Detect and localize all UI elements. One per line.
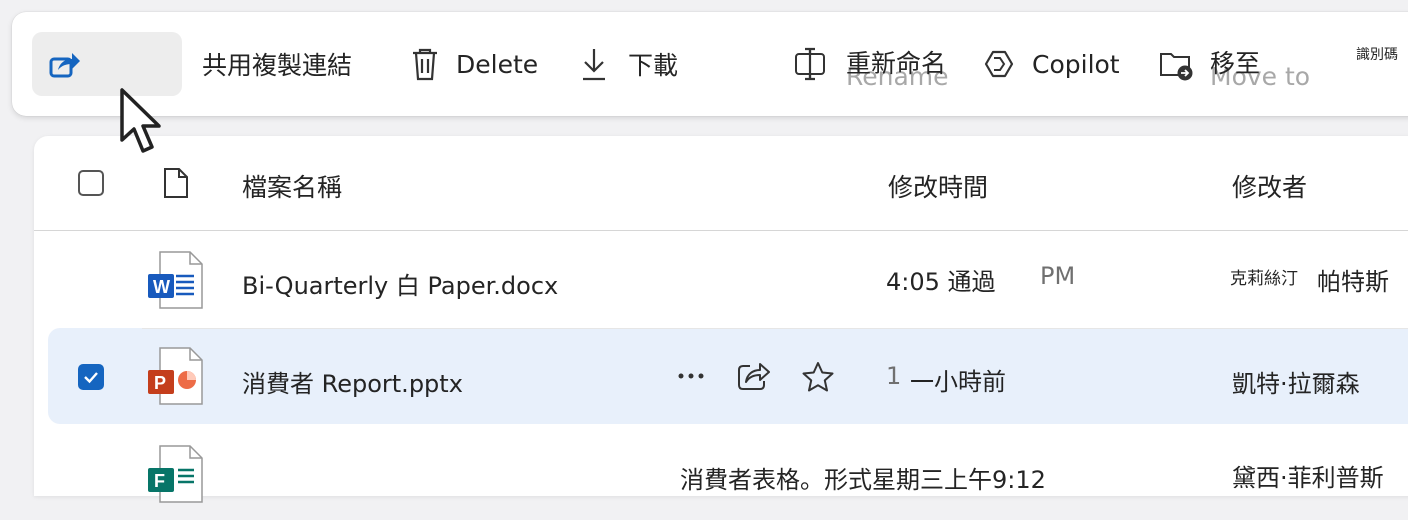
word-icon-letter: W [153,277,170,297]
modified-count: 1 [886,362,902,390]
list-header: 檔案名稱 修改時間 修改者 [34,136,1408,231]
share-button[interactable] [32,32,182,96]
share-icon [49,53,80,78]
row-checkbox-checked[interactable] [78,364,104,390]
powerpoint-file-icon: P [146,346,206,410]
copy-link-label: 複製連結 [252,51,353,80]
forms-icon-letter: F [154,471,165,491]
modified-by: 凱特·拉爾森 [1232,370,1360,398]
more-options-icon[interactable] [676,366,706,390]
forms-file-icon: F [146,444,206,508]
copilot-button[interactable]: Copilot [982,12,1120,116]
row-divider [142,328,1408,329]
modified-by: 帕特斯 [1317,268,1389,296]
file-type-icon [162,166,190,204]
code-label: 識別碼 [1356,47,1398,63]
column-header-modified[interactable]: 修改時間 [888,168,988,204]
table-row[interactable]: W Bi-Quarterly 白 Paper.docx 4:05 通過 PM 克… [34,232,1408,328]
modified-by-first: 克莉絲汀 [1230,269,1298,289]
share-label: 共用 [202,51,253,80]
rename-label: 重新命名 [846,49,947,78]
copilot-icon [982,48,1016,80]
select-all-checkbox[interactable] [78,170,104,196]
delete-label: Delete [456,49,539,79]
download-label: 下載 [628,51,679,80]
modified-time: 4:05 通過 [886,268,996,296]
powerpoint-icon-letter: P [154,373,167,393]
file-name[interactable]: 消費者表格。形式星期三上午9:12 [680,460,1046,495]
folder-move-icon [1158,46,1196,82]
favorite-star-icon[interactable] [800,360,836,398]
mouse-cursor-icon [120,88,161,153]
trash-icon [408,46,442,82]
copilot-label: Copilot [1032,49,1120,79]
download-icon [578,46,610,82]
copy-link-button[interactable]: 共用 複製連結 [202,12,352,116]
move-to-label: 移至 [1210,49,1261,78]
column-header-name[interactable]: 檔案名稱 [242,168,342,204]
rename-button[interactable] [792,12,828,116]
move-to-button[interactable] [1158,12,1196,116]
row-share-icon[interactable] [736,360,772,396]
file-list: 檔案名稱 修改時間 修改者 W Bi-Quarterly 白 Paper.doc… [34,136,1408,503]
download-button[interactable]: 下載 [578,12,678,116]
rename-icon [792,47,828,81]
table-row[interactable]: F 消費者表格。形式星期三上午9:12 黛西·菲利普斯 [34,424,1408,520]
file-name[interactable]: Bi-Quarterly 白 Paper.docx [242,266,558,301]
column-header-modified-by[interactable]: 修改者 [1232,168,1307,204]
file-name[interactable]: 消費者 Report.pptx [242,364,463,399]
command-bar: 共用 複製連結 Delete 下載 Rename 重新命名 Copilot Mo… [12,12,1408,116]
word-file-icon: W [146,250,206,314]
modified-time: 一小時前 [910,368,1006,396]
table-row-selected[interactable]: P 消費者 Report.pptx 1 一小時前 凱特·拉爾森 [48,328,1408,424]
modified-suffix: PM [1040,262,1076,290]
delete-button[interactable]: Delete [408,12,538,116]
